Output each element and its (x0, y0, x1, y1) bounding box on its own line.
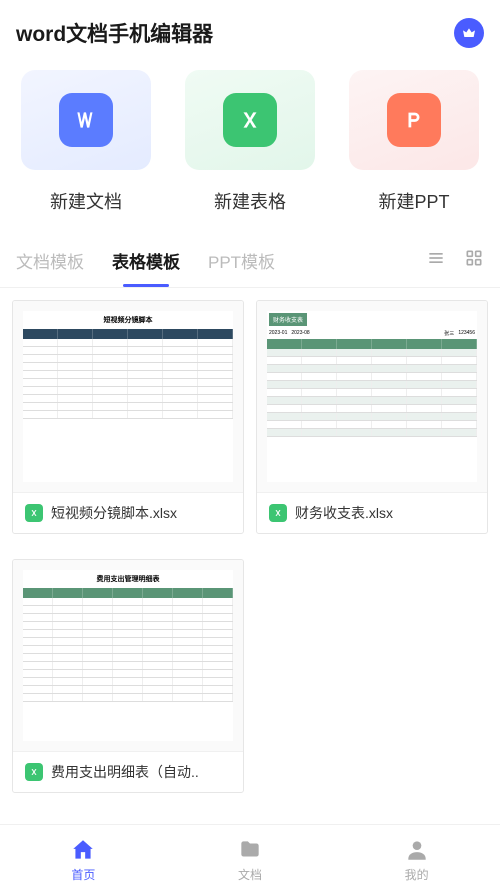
new-sheet-button[interactable]: 新建表格 (174, 70, 326, 214)
excel-icon (223, 93, 277, 147)
template-grid[interactable]: 短视频分镜脚本 短视频分镜脚本.xlsx 财务收支表 2023 (0, 288, 500, 818)
word-icon (59, 93, 113, 147)
thumb-title: 费用支出管理明细表 (23, 570, 233, 588)
xlsx-icon (269, 504, 287, 522)
nav-mine[interactable]: 我的 (333, 825, 500, 894)
tab-sheet-templates[interactable]: 表格模板 (112, 234, 180, 287)
template-card[interactable]: 财务收支表 2023-012023-08张三123456 财务收支表.xlsx (256, 300, 488, 534)
tab-ppt-templates[interactable]: PPT模板 (208, 234, 275, 287)
nav-docs-label: 文档 (238, 866, 262, 883)
template-thumbnail: 财务收支表 2023-012023-08张三123456 (257, 301, 487, 492)
xlsx-icon (25, 504, 43, 522)
person-icon (404, 837, 430, 863)
bottom-navbar: 首页 文档 我的 (0, 824, 500, 894)
new-ppt-button[interactable]: 新建PPT (338, 70, 490, 214)
template-card[interactable]: 短视频分镜脚本 短视频分镜脚本.xlsx (12, 300, 244, 534)
nav-home[interactable]: 首页 (0, 825, 167, 894)
doc-tile (21, 70, 151, 170)
app-title: word文档手机编辑器 (16, 18, 213, 48)
template-tabs: 文档模板 表格模板 PPT模板 (0, 234, 500, 288)
card-footer: 财务收支表.xlsx (257, 492, 487, 533)
template-thumbnail: 短视频分镜脚本 (13, 301, 243, 492)
premium-badge[interactable] (454, 18, 484, 48)
app-header: word文档手机编辑器 (0, 0, 500, 60)
new-doc-label: 新建文档 (50, 188, 122, 214)
tab-doc-templates[interactable]: 文档模板 (16, 234, 84, 287)
ppt-tile (349, 70, 479, 170)
sheet-tile (185, 70, 315, 170)
view-toggle (426, 248, 484, 273)
file-name: 财务收支表.xlsx (295, 503, 393, 523)
new-doc-button[interactable]: 新建文档 (10, 70, 162, 214)
home-icon (70, 837, 96, 863)
nav-mine-label: 我的 (405, 866, 429, 883)
action-row: 新建文档 新建表格 新建PPT (0, 60, 500, 234)
thumb-title: 财务收支表 (269, 313, 307, 326)
template-card[interactable]: 费用支出管理明细表 费用支出明细表（自动.. (12, 559, 244, 793)
crown-icon (461, 25, 477, 41)
card-footer: 短视频分镜脚本.xlsx (13, 492, 243, 533)
thumb-title: 短视频分镜脚本 (23, 311, 233, 329)
file-name: 费用支出明细表（自动.. (51, 762, 199, 782)
new-ppt-label: 新建PPT (378, 188, 449, 214)
grid-view-icon[interactable] (464, 248, 484, 273)
nav-home-label: 首页 (71, 866, 95, 883)
folder-icon (237, 837, 263, 863)
file-name: 短视频分镜脚本.xlsx (51, 503, 177, 523)
new-sheet-label: 新建表格 (214, 188, 286, 214)
ppt-icon (387, 93, 441, 147)
nav-docs[interactable]: 文档 (167, 825, 334, 894)
template-thumbnail: 费用支出管理明细表 (13, 560, 243, 751)
xlsx-icon (25, 763, 43, 781)
card-footer: 费用支出明细表（自动.. (13, 751, 243, 792)
list-view-icon[interactable] (426, 248, 446, 273)
